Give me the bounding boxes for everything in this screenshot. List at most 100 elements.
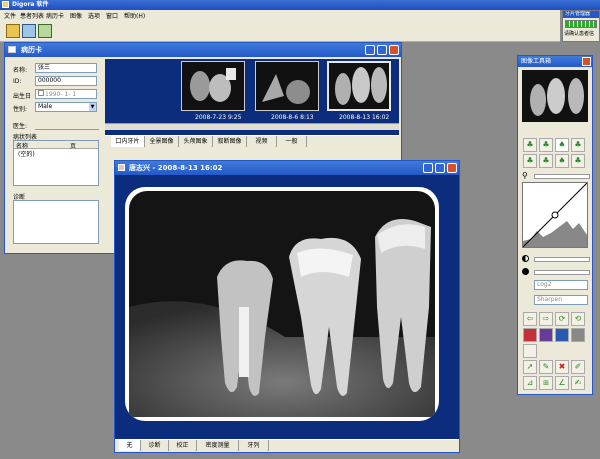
minimize-button[interactable] — [365, 45, 375, 55]
patient-card-title: 病历卡 — [21, 46, 42, 54]
xray-image[interactable] — [125, 187, 439, 421]
patient-folder-icon[interactable] — [6, 24, 20, 38]
ruler-icon[interactable]: ⊞ — [539, 376, 553, 390]
menu-file[interactable]: 文件 — [4, 11, 16, 20]
gamma-slider[interactable] — [534, 270, 590, 275]
cube-red-icon[interactable] — [523, 328, 537, 342]
progress-bar — [565, 20, 597, 28]
doctor-label: 医生: — [13, 123, 28, 130]
note-icon[interactable]: ✍ — [571, 376, 585, 390]
status-text: 请确认患者信 — [564, 31, 595, 37]
tooth-select-8-icon[interactable]: ♣ — [571, 154, 585, 168]
app-title-bar — [0, 0, 600, 10]
xray-window-title: 唐志兴 - 2008-8-13 16:02 — [129, 164, 223, 172]
tooth-select-2-icon[interactable]: ♣ — [539, 138, 553, 152]
tooth-select-7-icon[interactable]: ♠ — [555, 154, 569, 168]
thumbnail-scrollbar[interactable] — [105, 123, 399, 130]
image-tools-panel: 图像工具箱 ♣ ♣ ♠ ♣ ♣ ♣ ♠ ♣ ⚲ Log2 Sharpen ⇦ ⇨… — [517, 55, 593, 395]
contrast-slider[interactable] — [534, 257, 590, 262]
close-button[interactable] — [389, 45, 399, 55]
dob-label: 出生日 — [13, 93, 32, 100]
thumbnail-1[interactable] — [181, 61, 245, 111]
tab-calibration[interactable]: 校正 — [169, 440, 197, 451]
card-icon — [8, 46, 16, 53]
col-page[interactable]: 页 — [70, 141, 76, 150]
thumbnail-3[interactable] — [327, 61, 391, 111]
menu-help[interactable]: 帮助(H) — [124, 11, 145, 20]
menu-options[interactable]: 选项 — [88, 11, 100, 20]
xray-window-icon — [118, 164, 125, 171]
diagnosis-field[interactable] — [13, 200, 99, 244]
tab-diagnosis[interactable]: 诊断 — [141, 440, 169, 451]
sex-label: 性别: — [13, 106, 28, 113]
rotate-right-icon[interactable]: ⇨ — [539, 312, 553, 326]
tab-tomographic[interactable]: 叙断图像 — [213, 136, 247, 147]
crop-icon[interactable] — [523, 344, 537, 358]
pen-icon[interactable]: ✎ — [539, 360, 553, 374]
xray-bottom-tabs: 无 诊断 校正 密度测量 牙列 — [115, 439, 459, 452]
curve-histogram[interactable] — [522, 182, 588, 248]
angle-icon[interactable]: ∠ — [555, 376, 569, 390]
tooth-select-1-icon[interactable]: ♣ — [523, 138, 537, 152]
id-label: ID: — [13, 78, 22, 85]
menu-image[interactable]: 图像 — [70, 11, 82, 20]
thumbnail-2-date: 2008-8-6 8:13 — [271, 114, 314, 121]
thumbnail-3-date: 2008-8-13 16:02 — [339, 114, 390, 121]
tab-cephalometric[interactable]: 头颅图象 — [179, 136, 213, 147]
thumbnail-2[interactable] — [255, 61, 319, 111]
cube-purple-icon[interactable] — [539, 328, 553, 342]
sharpen-combo[interactable]: Sharpen — [534, 295, 588, 305]
menu-bar — [0, 10, 560, 20]
doctor-field[interactable] — [35, 119, 99, 130]
name-field[interactable]: 张三 — [35, 63, 97, 73]
sex-dropdown-icon[interactable]: ▼ — [89, 103, 96, 111]
tooth-select-5-icon[interactable]: ♣ — [523, 154, 537, 168]
maximize-button[interactable] — [377, 45, 387, 55]
magnify-icon: ⚲ — [522, 171, 528, 180]
brush-icon[interactable]: ✐ — [571, 360, 585, 374]
menu-window[interactable]: 窗口 — [106, 11, 118, 20]
main-toolbar — [0, 20, 560, 42]
id-field[interactable]: 000000 — [35, 76, 97, 86]
tab-general[interactable]: 一般 — [277, 136, 307, 147]
xray-close-button[interactable] — [447, 163, 457, 173]
tab-dentition[interactable]: 牙列 — [239, 440, 269, 451]
tab-panoramic[interactable]: 全景图像 — [145, 136, 179, 147]
xray-maximize-button[interactable] — [435, 163, 445, 173]
tools-preview-image[interactable] — [522, 70, 588, 122]
refresh-icon[interactable]: ⟳ — [555, 312, 569, 326]
flip-icon[interactable]: ⟲ — [571, 312, 585, 326]
tab-density-measure[interactable]: 密度测量 — [197, 440, 239, 451]
xray-title-bar: 唐志兴 - 2008-8-13 16:02 — [115, 161, 459, 175]
tab-none[interactable]: 无 — [119, 440, 141, 451]
tooth-select-6-icon[interactable]: ♣ — [539, 154, 553, 168]
tooth-select-3-icon[interactable]: ♠ — [555, 138, 569, 152]
acquire-image-icon[interactable] — [38, 24, 52, 38]
list-item[interactable]: (空的) — [18, 149, 35, 158]
brightness-slider[interactable] — [534, 174, 590, 179]
tools-close-icon[interactable] — [582, 57, 591, 66]
tab-intraoral[interactable]: 口内牙片 — [111, 136, 145, 147]
app-title: Digora 软件 — [12, 1, 49, 8]
dob-field[interactable]: 1990- 1- 1 — [35, 89, 97, 99]
image-manager-title: 牙片管理器 — [563, 11, 599, 18]
xray-minimize-button[interactable] — [423, 163, 433, 173]
xray-window: 唐志兴 - 2008-8-13 16:02 无 诊断 校正 密度测量 牙列 — [114, 160, 460, 453]
pointer-icon[interactable]: ➚ — [523, 360, 537, 374]
tools-title-bar: 图像工具箱 — [518, 56, 592, 67]
menu-patient-list[interactable]: 患者列表 — [20, 11, 44, 20]
cube-gray-icon[interactable] — [571, 328, 585, 342]
rotate-left-icon[interactable]: ⇦ — [523, 312, 537, 326]
log-combo[interactable]: Log2 — [534, 280, 588, 290]
patient-card-title-bar: 病历卡 — [5, 43, 401, 57]
tooth-select-4-icon[interactable]: ♣ — [571, 138, 585, 152]
dob-checkbox[interactable] — [38, 90, 44, 96]
sex-select[interactable]: Male — [35, 102, 97, 112]
cube-blue-icon[interactable] — [555, 328, 569, 342]
measure-icon[interactable]: ⊿ — [523, 376, 537, 390]
tab-video[interactable]: 视频 — [247, 136, 277, 147]
menu-patient-card[interactable]: 病历卡 — [46, 11, 64, 20]
open-image-icon[interactable] — [22, 24, 36, 38]
delete-icon[interactable]: ✖ — [555, 360, 569, 374]
disease-list[interactable]: 名称 页 (空的) — [13, 140, 99, 186]
